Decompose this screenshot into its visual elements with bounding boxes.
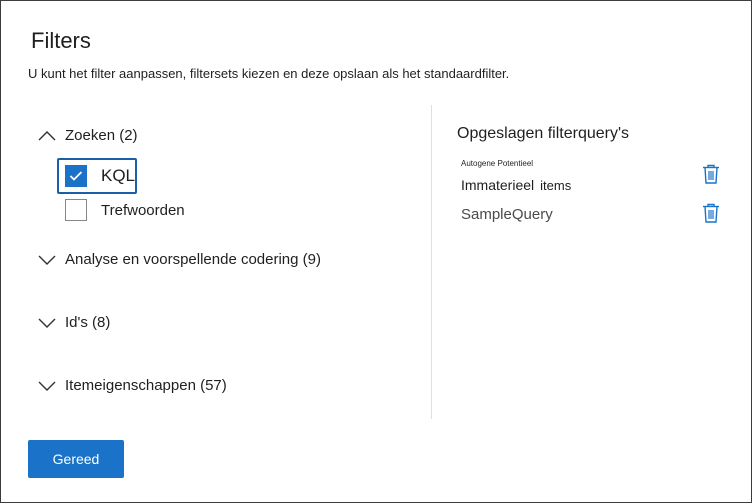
saved-query-suffix: items <box>540 178 572 193</box>
chevron-down-icon <box>37 253 57 267</box>
trash-icon[interactable] <box>702 203 720 223</box>
checkbox-label: KQL <box>101 166 136 185</box>
checkbox-label: Trefwoorden <box>101 201 185 219</box>
filter-group-analyse[interactable]: Analyse en voorspellende codering (9) <box>37 251 321 268</box>
filter-group-itemeigenschappen[interactable]: Itemeigenschappen (57) <box>37 377 227 394</box>
chevron-down-icon <box>37 316 57 330</box>
checkbox-box[interactable] <box>65 165 87 187</box>
column-divider <box>431 105 432 419</box>
filter-group-label: Id's (8) <box>65 314 111 331</box>
panel-title: Filters <box>31 28 91 53</box>
saved-query-2[interactable]: SampleQuery <box>461 206 553 223</box>
filter-group-ids[interactable]: Id's (8) <box>37 314 110 331</box>
saved-query-tiny-label: Autogene Potentieel <box>461 159 534 168</box>
checkmark-icon <box>69 171 83 181</box>
checkbox-kql[interactable]: KQL <box>65 165 135 187</box>
saved-query-name: Immaterieel <box>461 177 535 193</box>
checkbox-box[interactable] <box>65 199 87 221</box>
filter-group-label: Zoeken (2) <box>65 127 138 144</box>
filters-panel: Filters U kunt het filter aanpassen, fil… <box>0 0 752 503</box>
saved-query-1[interactable]: Immaterieel items <box>461 177 571 193</box>
saved-queries-title: Opgeslagen filterquery's <box>457 125 630 142</box>
chevron-up-icon <box>37 129 57 143</box>
chevron-down-icon <box>37 379 57 393</box>
filter-group-label: Analyse en voorspellende codering (9) <box>65 251 321 268</box>
filter-group-zoeken[interactable]: Zoeken (2) <box>37 127 138 144</box>
done-button[interactable]: Gereed <box>28 440 124 478</box>
panel-subtitle: U kunt het filter aanpassen, filtersets … <box>28 66 510 81</box>
trash-icon[interactable] <box>702 164 720 184</box>
checkbox-trefwoorden[interactable]: Trefwoorden <box>65 199 185 221</box>
filter-group-label: Itemeigenschappen (57) <box>65 377 227 394</box>
